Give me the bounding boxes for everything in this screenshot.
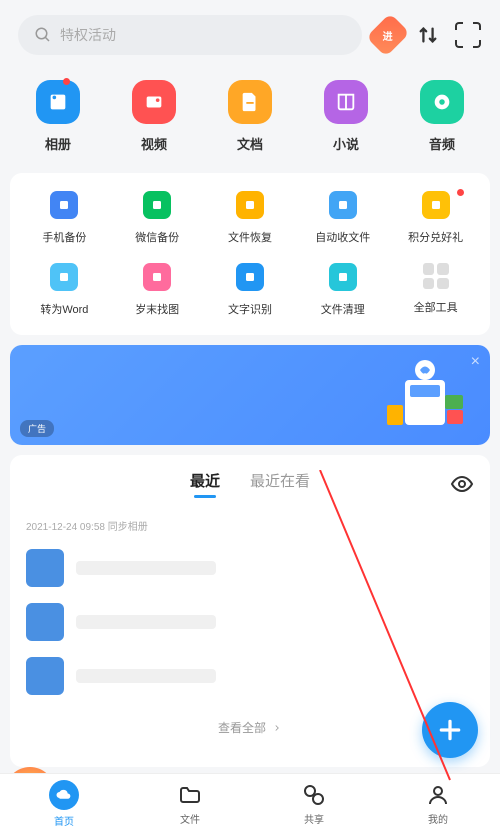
nav-share[interactable]: 共享 (301, 782, 327, 826)
recent-card: 最近 最近在看 2021-12-24 09:58 同步相册 查看全部 (10, 455, 490, 767)
tool-文件清理[interactable]: 文件清理 (296, 263, 389, 317)
tool-icon (236, 191, 264, 219)
nav-home[interactable]: 首页 (49, 780, 79, 828)
main-icon-音频[interactable]: 音频 (420, 80, 464, 153)
tool-icon (422, 191, 450, 219)
view-all-button[interactable]: 查看全部 (10, 703, 490, 752)
list-item[interactable] (10, 541, 490, 595)
tool-岁末找图[interactable]: 岁末找图 (111, 263, 204, 317)
tool-积分兑好礼[interactable]: 积分兑好礼 (389, 191, 482, 245)
sort-button[interactable] (414, 21, 442, 49)
tool-icon (236, 263, 264, 291)
main-icon-文档[interactable]: 文档 (228, 80, 272, 153)
promo-banner[interactable]: × 广告 (10, 345, 490, 445)
category-icon (228, 80, 272, 124)
nav-files[interactable]: 文件 (177, 782, 203, 826)
banner-illustration (375, 355, 475, 435)
main-icon-视频[interactable]: 视频 (132, 80, 176, 153)
tools-card: 手机备份 微信备份 文件恢复 自动收文件 积分兑好礼 转为Word 岁末找图 文… (10, 173, 490, 335)
category-icon (132, 80, 176, 124)
tool-icon (50, 263, 78, 291)
recent-timestamp: 2021-12-24 09:58 同步相册 (10, 510, 490, 541)
ad-badge: 广告 (20, 420, 54, 437)
category-icon (324, 80, 368, 124)
tool-icon (50, 191, 78, 219)
search-placeholder: 特权活动 (60, 25, 116, 45)
tool-icon (329, 263, 357, 291)
share-icon (301, 782, 327, 808)
search-icon (34, 26, 52, 44)
list-item[interactable] (10, 649, 490, 703)
bottom-nav: 首页 文件 共享 我的 (0, 773, 500, 833)
folder-icon (177, 782, 203, 808)
tab-recent-online[interactable]: 最近在看 (250, 470, 310, 498)
main-icon-小说[interactable]: 小说 (324, 80, 368, 153)
tool-手机备份[interactable]: 手机备份 (18, 191, 111, 245)
visibility-icon[interactable] (450, 472, 474, 496)
category-icon (36, 80, 80, 124)
tool-文字识别[interactable]: 文字识别 (204, 263, 297, 317)
list-item[interactable] (10, 595, 490, 649)
tool-icon (143, 263, 171, 291)
tool-icon (143, 191, 171, 219)
promo-badge[interactable]: 进 (374, 21, 402, 49)
tool-自动收文件[interactable]: 自动收文件 (296, 191, 389, 245)
cloud-icon (49, 780, 79, 810)
badge-icon: 进 (383, 28, 393, 43)
tool-icon (329, 191, 357, 219)
profile-icon (425, 782, 451, 808)
add-button[interactable] (422, 702, 478, 758)
category-icon (420, 80, 464, 124)
search-input[interactable]: 特权活动 (18, 15, 362, 55)
tab-recent[interactable]: 最近 (190, 470, 220, 498)
nav-profile[interactable]: 我的 (425, 782, 451, 826)
tool-转为Word[interactable]: 转为Word (18, 263, 111, 317)
tool-文件恢复[interactable]: 文件恢复 (204, 191, 297, 245)
tool-微信备份[interactable]: 微信备份 (111, 191, 204, 245)
tool-全部工具[interactable]: 全部工具 (389, 263, 482, 317)
scan-button[interactable] (454, 21, 482, 49)
main-icon-相册[interactable]: 相册 (36, 80, 80, 153)
